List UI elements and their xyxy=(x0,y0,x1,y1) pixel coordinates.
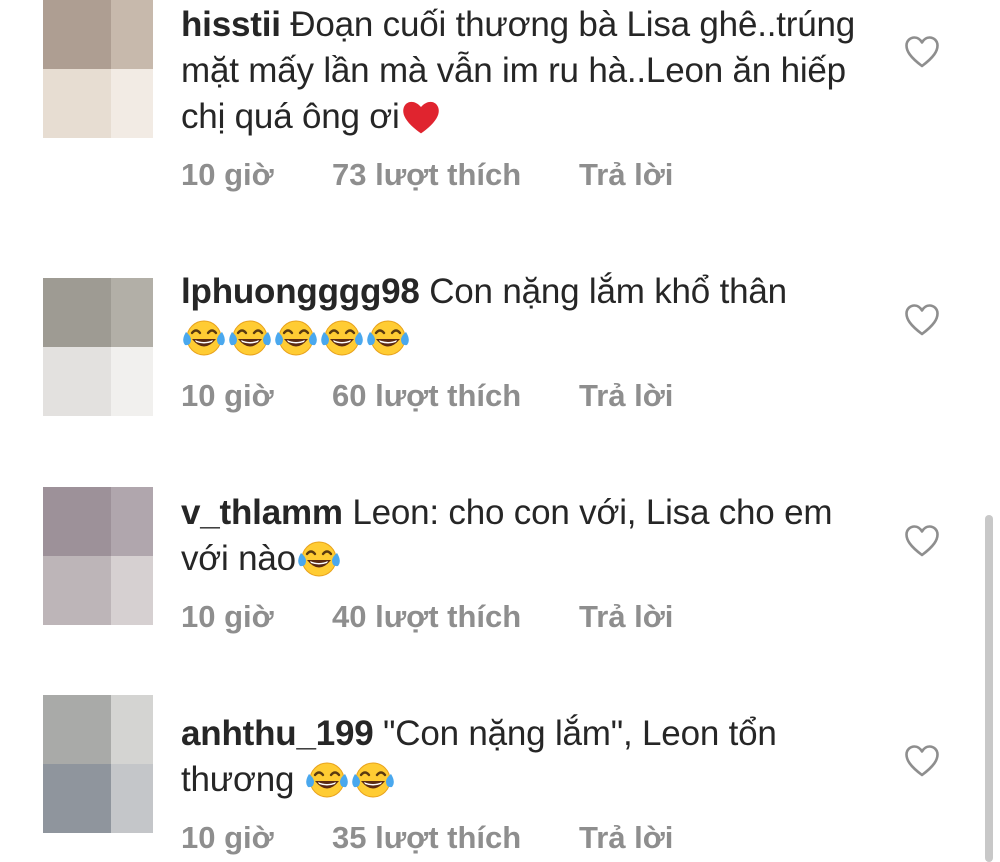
tears-of-joy-emoji xyxy=(275,320,317,356)
tears-of-joy-emoji xyxy=(298,541,340,577)
tears-of-joy-emoji xyxy=(352,762,394,798)
red-heart-emoji xyxy=(402,101,439,134)
comment-username[interactable]: hisstii xyxy=(181,5,281,44)
avatar-tile xyxy=(43,556,111,625)
comment-time: 10 giờ xyxy=(181,378,274,413)
comment-username[interactable]: anhthu_199 xyxy=(181,714,374,753)
avatar-tile xyxy=(43,764,111,833)
like-heart-icon[interactable] xyxy=(904,524,940,558)
avatar-tile xyxy=(43,487,111,556)
avatar-tile xyxy=(111,347,153,416)
avatar-tile xyxy=(111,695,153,764)
comment-text: lphuongggg98 Con nặng lắm khổ thân xyxy=(181,269,871,361)
avatar-tile xyxy=(43,69,111,138)
avatar[interactable] xyxy=(43,695,153,833)
tears-of-joy-emoji xyxy=(321,320,363,356)
comment-body: Đoạn cuối thương bà Lisa ghê..trúng mặt … xyxy=(181,5,856,136)
like-count[interactable]: 40 lượt thích xyxy=(332,599,521,635)
avatar-tile xyxy=(43,695,111,764)
like-count[interactable]: 73 lượt thích xyxy=(332,157,521,193)
avatar-tile xyxy=(111,556,153,625)
avatar-tile xyxy=(43,0,111,69)
comment-body: Con nặng lắm khổ thân xyxy=(419,272,787,311)
reply-button[interactable]: Trả lời xyxy=(579,599,673,635)
reply-button[interactable]: Trả lời xyxy=(579,157,673,193)
avatar-tile xyxy=(43,347,111,416)
comment-username[interactable]: lphuongggg98 xyxy=(181,272,420,311)
like-heart-icon[interactable] xyxy=(904,303,940,337)
emoji-row xyxy=(181,318,411,357)
comment-time: 10 giờ xyxy=(181,820,274,855)
avatar-tile xyxy=(111,764,153,833)
comment-username[interactable]: v_thlamm xyxy=(181,493,343,532)
comment-time: 10 giờ xyxy=(181,599,274,634)
like-count[interactable]: 35 lượt thích xyxy=(332,820,521,856)
tears-of-joy-emoji xyxy=(183,320,225,356)
avatar[interactable] xyxy=(43,278,153,416)
avatar-tile xyxy=(111,0,153,69)
tears-of-joy-emoji xyxy=(306,762,348,798)
avatar[interactable] xyxy=(43,487,153,625)
like-heart-icon[interactable] xyxy=(904,35,940,69)
like-count[interactable]: 60 lượt thích xyxy=(332,378,521,414)
avatar-tile xyxy=(43,278,111,347)
emoji-row xyxy=(296,539,342,578)
reply-button[interactable]: Trả lời xyxy=(579,820,673,856)
reply-button[interactable]: Trả lời xyxy=(579,378,673,414)
comment-time: 10 giờ xyxy=(181,157,274,192)
scrollbar-thumb[interactable] xyxy=(985,515,993,862)
comment-text: v_thlamm Leon: cho con với, Lisa cho em … xyxy=(181,490,871,582)
tears-of-joy-emoji xyxy=(367,320,409,356)
comment-text: hisstii Đoạn cuối thương bà Lisa ghê..tr… xyxy=(181,2,871,140)
like-heart-icon[interactable] xyxy=(904,744,940,778)
tears-of-joy-emoji xyxy=(229,320,271,356)
avatar-tile xyxy=(111,487,153,556)
avatar-tile xyxy=(111,278,153,347)
emoji-row xyxy=(304,760,396,799)
comment-text: anhthu_199 "Con nặng lắm", Leon tổn thươ… xyxy=(181,711,871,803)
avatar-tile xyxy=(111,69,153,138)
avatar[interactable] xyxy=(43,0,153,138)
